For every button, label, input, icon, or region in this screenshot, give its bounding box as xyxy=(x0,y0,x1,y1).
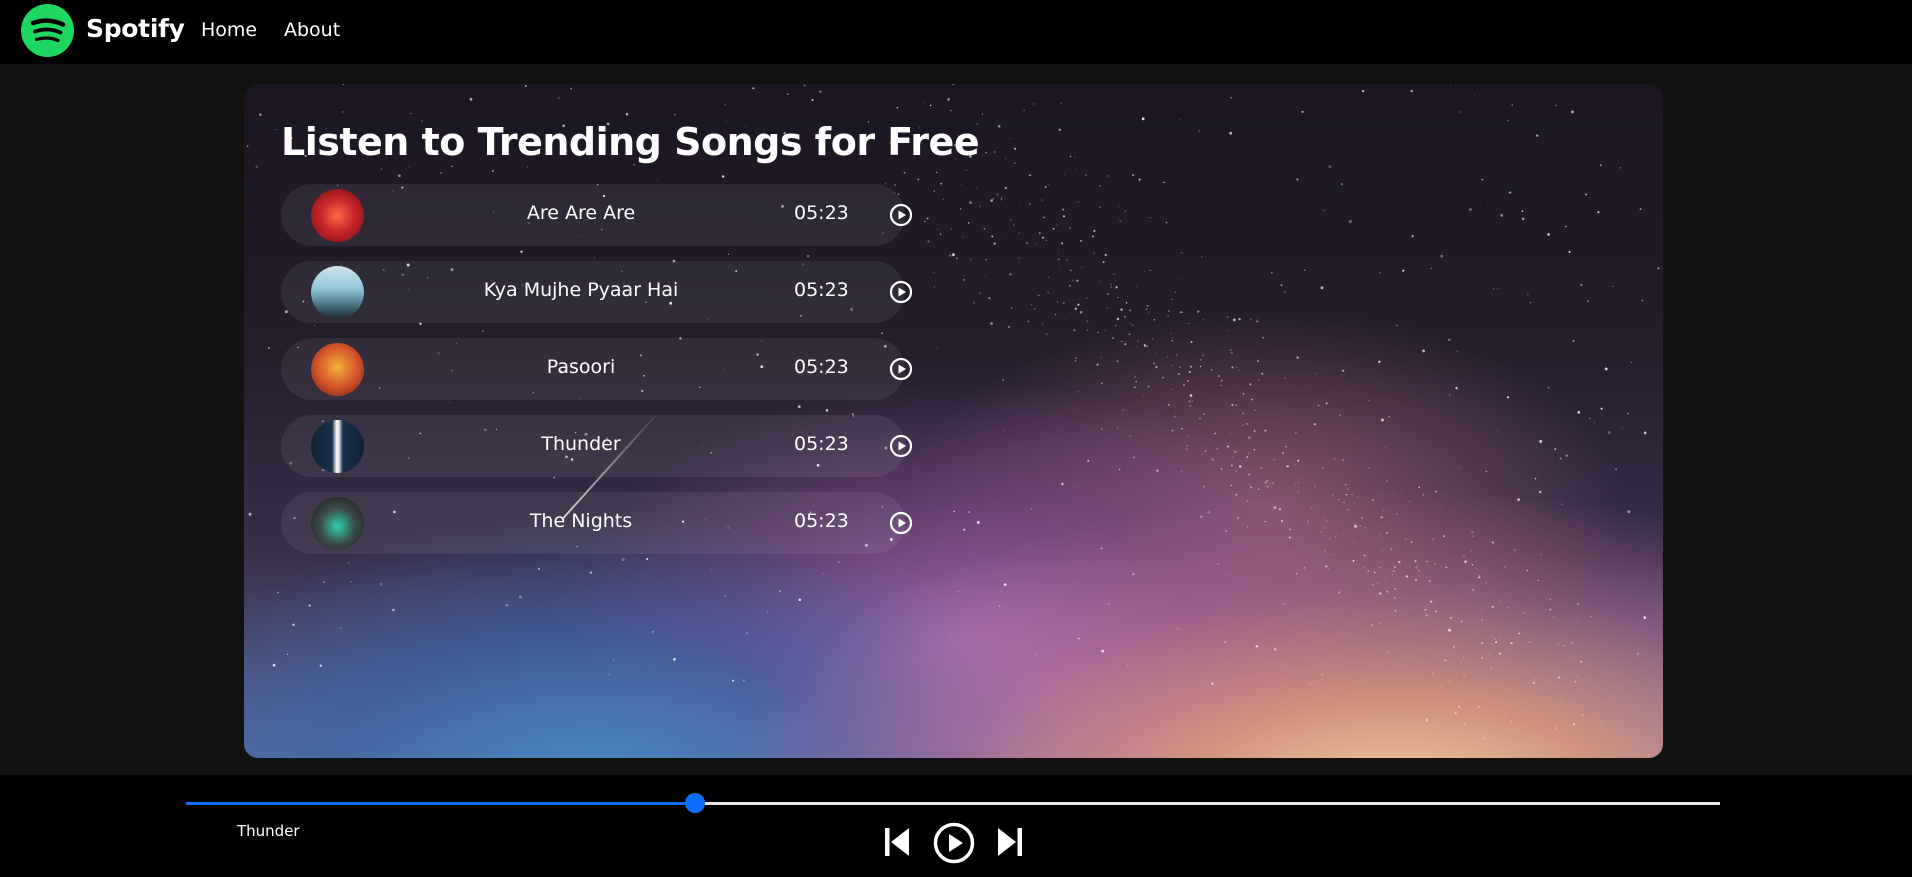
song-name: Are Are Are xyxy=(526,202,636,224)
nav-link-about[interactable]: About xyxy=(284,19,340,41)
progress-thumb[interactable] xyxy=(685,793,706,813)
song-duration: 05:23 xyxy=(794,356,849,378)
song-duration: 05:23 xyxy=(794,510,849,532)
now-playing-title: Thunder xyxy=(237,822,300,840)
song-duration: 05:23 xyxy=(794,433,849,455)
song-name: Pasoori xyxy=(546,356,616,378)
song-name: Kya Mujhe Pyaar Hai xyxy=(483,279,679,301)
song-item[interactable]: The Nights 05:23 xyxy=(281,492,913,554)
song-item[interactable]: Thunder 05:23 xyxy=(281,415,913,477)
hero-container: Listen to Trending Songs for Free Are Ar… xyxy=(244,84,1663,758)
song-item[interactable]: Are Are Are 05:23 xyxy=(281,184,913,246)
brand-name[interactable]: Spotify xyxy=(86,14,185,43)
play-circle-icon[interactable] xyxy=(889,357,913,381)
nav-link-home[interactable]: Home xyxy=(201,19,257,41)
song-duration: 05:23 xyxy=(794,202,849,224)
play-circle-icon[interactable] xyxy=(889,511,913,535)
skip-back-icon[interactable] xyxy=(884,825,910,859)
play-circle-icon[interactable] xyxy=(889,280,913,304)
play-circle-icon[interactable] xyxy=(889,203,913,227)
page-title: Listen to Trending Songs for Free xyxy=(281,120,980,164)
skip-forward-icon[interactable] xyxy=(997,825,1023,859)
play-circle-icon[interactable] xyxy=(933,822,975,864)
navbar: Spotify Home About xyxy=(0,0,1912,64)
song-item[interactable]: Kya Mujhe Pyaar Hai 05:23 xyxy=(281,261,913,323)
play-circle-icon[interactable] xyxy=(889,434,913,458)
song-name: Thunder xyxy=(541,433,621,455)
song-list: Are Are Are 05:23 Kya Mujhe Pyaar Hai 05… xyxy=(281,184,913,569)
spotify-logo-icon[interactable] xyxy=(21,4,74,57)
song-name: The Nights xyxy=(529,510,633,532)
progress-fill xyxy=(186,802,696,805)
progress-slider[interactable] xyxy=(186,793,1720,813)
song-duration: 05:23 xyxy=(794,279,849,301)
player-bar: Thunder xyxy=(0,775,1912,877)
song-item[interactable]: Pasoori 05:23 xyxy=(281,338,913,400)
